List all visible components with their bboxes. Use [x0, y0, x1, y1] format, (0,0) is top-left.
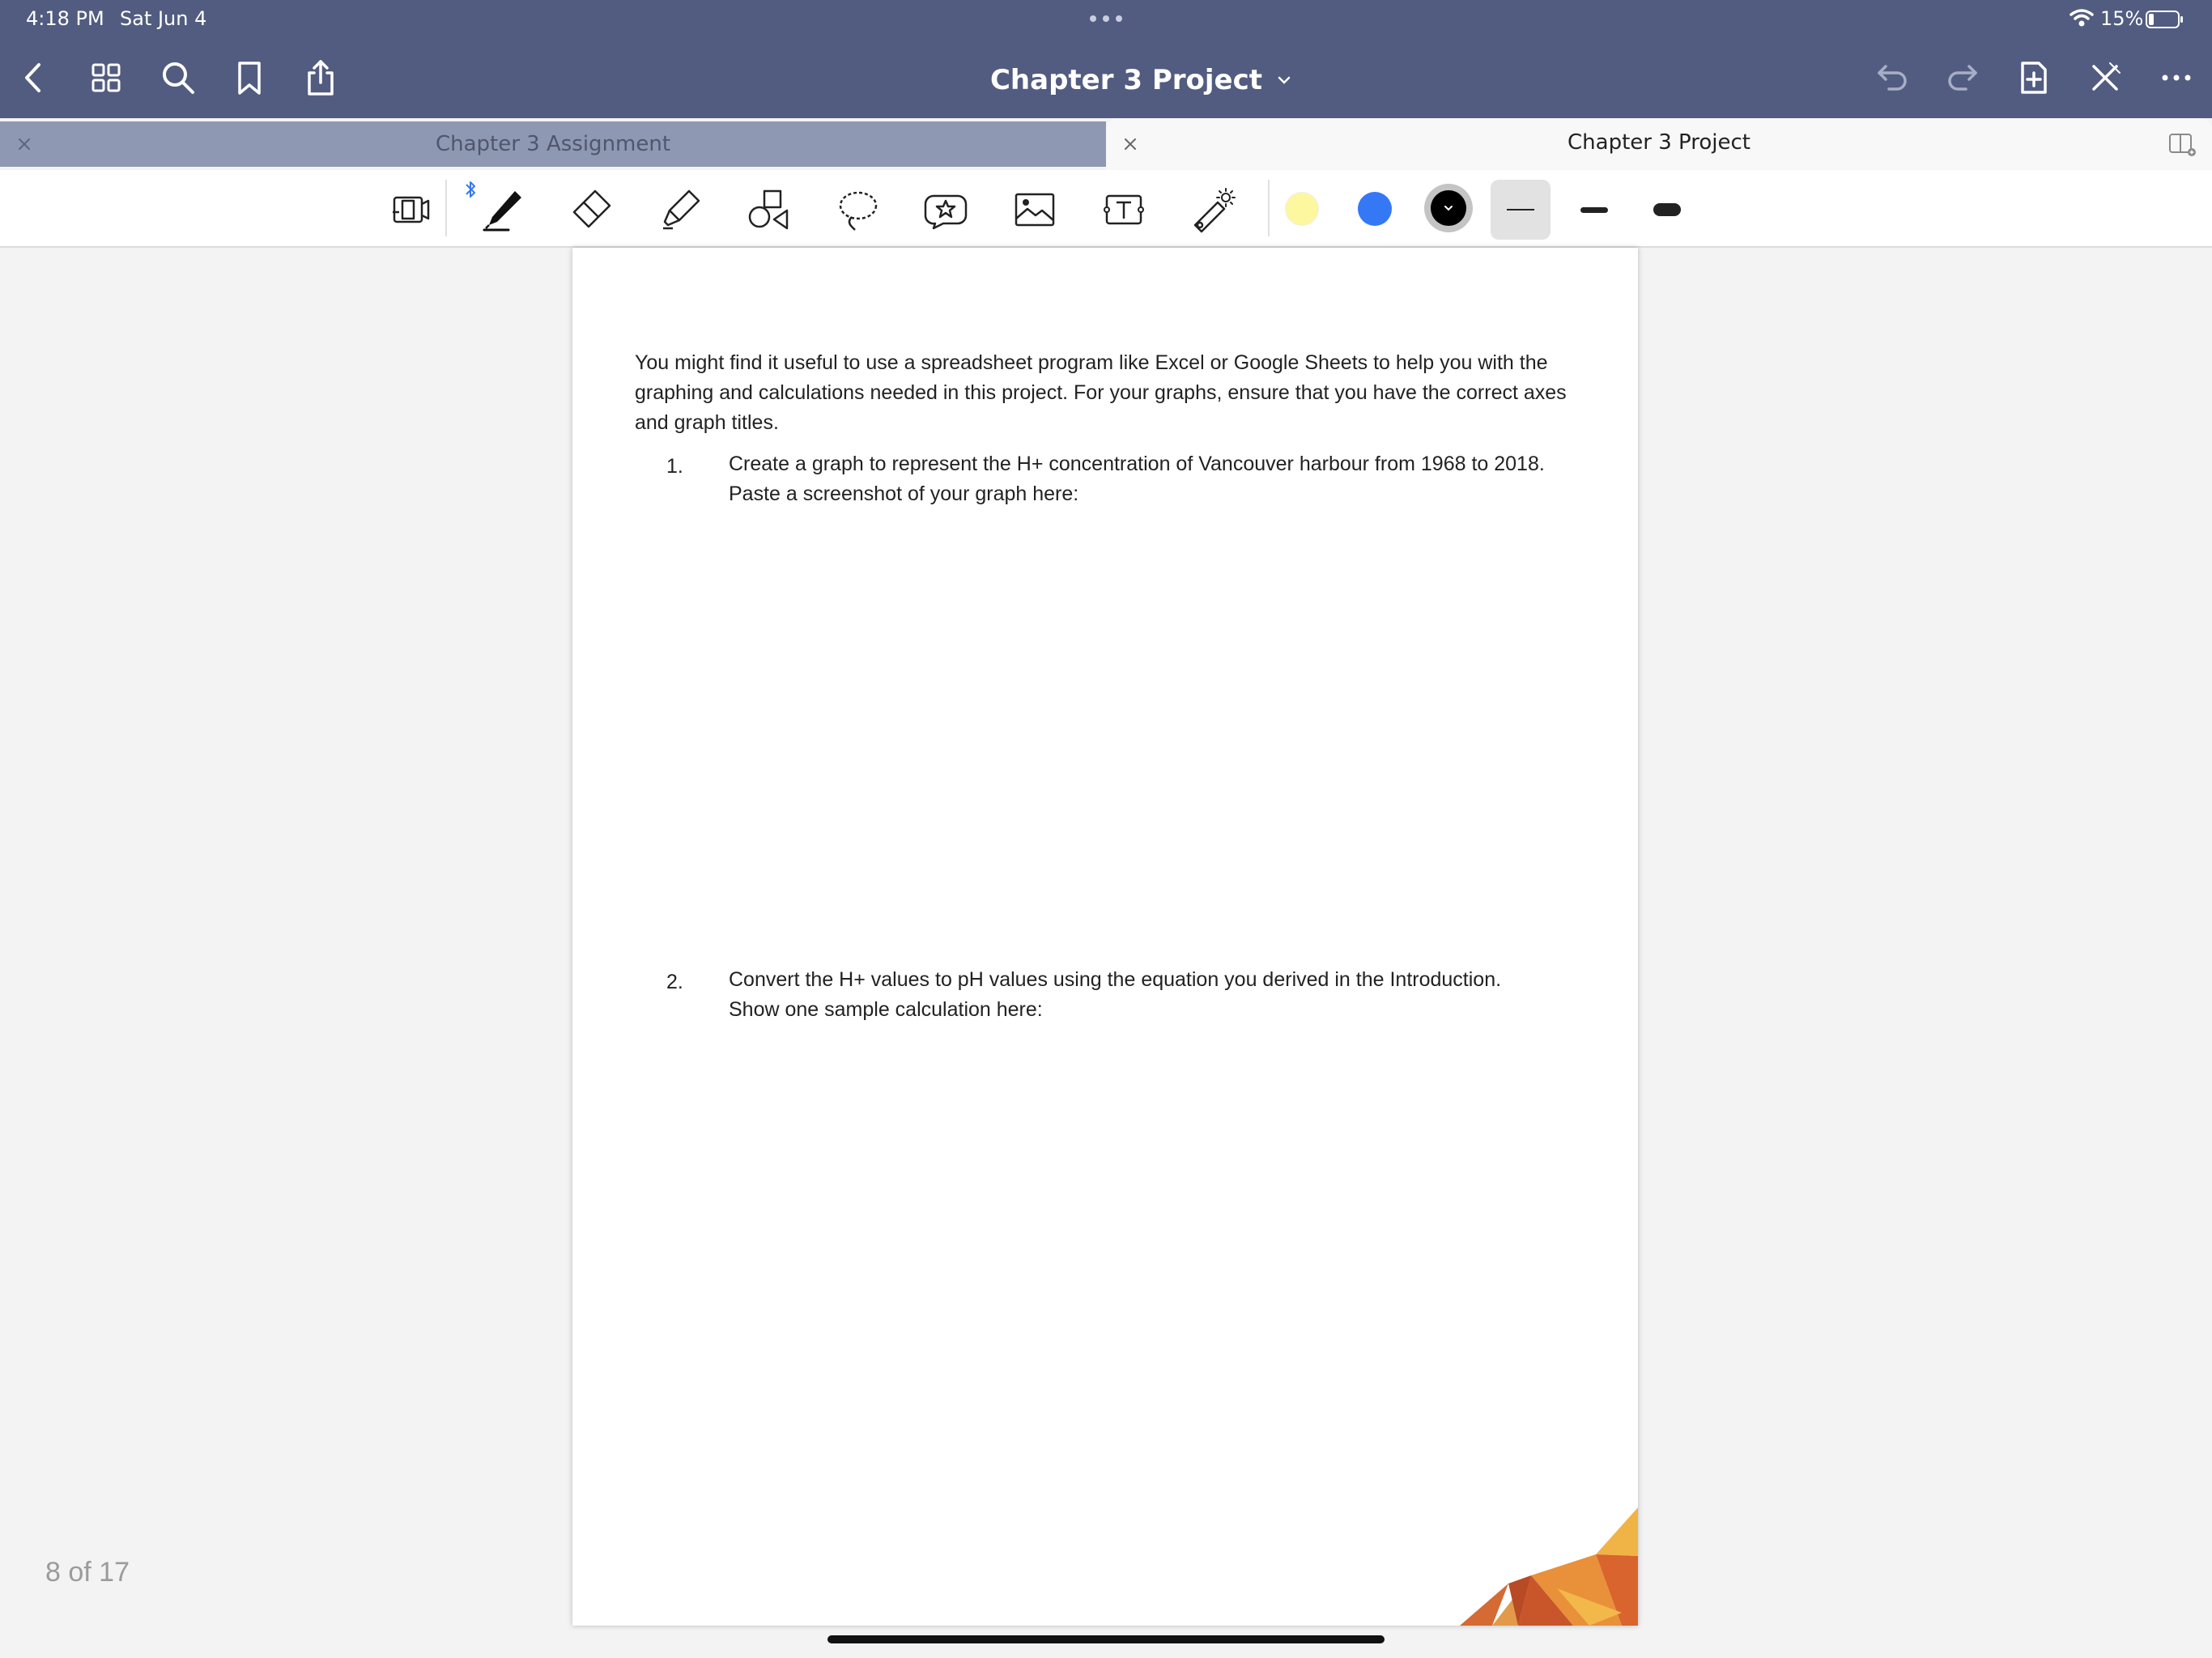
decorative-corner-graphic	[1460, 1507, 1638, 1626]
document-title: Chapter 3 Project	[989, 64, 1262, 96]
chevron-down-icon	[1278, 76, 1291, 84]
battery-percentage: 15%	[2100, 7, 2144, 30]
stroke-width-medium[interactable]	[1564, 180, 1624, 240]
list-item-text: Convert the H+ values to pH values using…	[729, 968, 1502, 991]
home-indicator[interactable]	[827, 1635, 1385, 1643]
more-icon[interactable]	[2154, 55, 2199, 100]
search-icon[interactable]	[155, 55, 201, 100]
bookmark-icon[interactable]	[227, 55, 272, 100]
multitasking-dots-icon[interactable]	[1088, 15, 1124, 23]
undo-icon[interactable]	[1870, 55, 1915, 100]
add-page-icon[interactable]	[2011, 55, 2057, 100]
color-swatch-blue[interactable]	[1358, 192, 1392, 226]
tab-label: Chapter 3 Assignment	[435, 132, 671, 156]
presentation-tool-icon[interactable]	[383, 181, 440, 238]
chevron-down-icon	[1444, 206, 1453, 211]
image-tool-icon[interactable]	[1006, 181, 1063, 238]
thumbnails-grid-icon[interactable]	[83, 55, 129, 100]
document-title-button[interactable]: Chapter 3 Project	[891, 60, 1393, 100]
list-item-text: Paste a screenshot of your graph here:	[729, 483, 1079, 505]
shapes-tool-icon[interactable]	[740, 181, 797, 238]
split-view-icon[interactable]	[2168, 131, 2197, 159]
list-item-number: 2.	[666, 971, 683, 993]
color-swatch-yellow[interactable]	[1285, 192, 1319, 226]
laser-pointer-tool-icon[interactable]	[1184, 181, 1240, 238]
navigation-bar: Chapter 3 Project	[0, 37, 2212, 118]
close-pen-mode-icon[interactable]	[2082, 55, 2128, 100]
list-item-text: Show one sample calculation here:	[729, 998, 1043, 1021]
color-swatch-black-selected[interactable]	[1424, 184, 1473, 232]
list-item-2: Convert the H+ values to pH values using…	[729, 965, 1619, 1025]
list-item-text: Create a graph to represent the H+ conce…	[729, 453, 1545, 475]
wifi-icon	[2069, 9, 2094, 27]
pen-tool-icon[interactable]	[474, 181, 531, 238]
lasso-tool-icon[interactable]	[829, 181, 886, 238]
tab-chapter-3-project[interactable]: Chapter 3 Project	[1106, 118, 2212, 170]
document-page[interactable]: You might find it useful to use a spread…	[572, 248, 1638, 1626]
page-indicator: 8 of 17	[45, 1557, 130, 1588]
status-bar: 4:18 PM Sat Jun 4 15%	[0, 0, 2212, 37]
annotation-toolbar	[0, 170, 2212, 248]
back-icon[interactable]	[11, 55, 57, 100]
app-header: 4:18 PM Sat Jun 4 15% Chapter 3 Project	[0, 0, 2212, 118]
highlighter-tool-icon[interactable]	[652, 181, 708, 238]
status-date: Sat Jun 4	[120, 7, 207, 30]
eraser-tool-icon[interactable]	[563, 181, 619, 238]
intro-paragraph: You might find it useful to use a spread…	[635, 351, 1567, 434]
text-tool-icon[interactable]	[1095, 181, 1152, 238]
status-time: 4:18 PM	[26, 7, 104, 30]
tab-chapter-3-assignment[interactable]: Chapter 3 Assignment	[0, 121, 1106, 167]
redo-icon[interactable]	[1940, 55, 1985, 100]
share-icon[interactable]	[298, 55, 343, 100]
sticker-tool-icon[interactable]	[917, 181, 974, 238]
stroke-width-thick[interactable]	[1637, 180, 1697, 240]
list-item-1: Create a graph to represent the H+ conce…	[729, 449, 1619, 509]
battery-icon	[2146, 11, 2183, 28]
list-item-number: 1.	[666, 455, 683, 478]
stroke-width-thin[interactable]	[1491, 180, 1551, 240]
tab-bar: Chapter 3 Assignment Chapter 3 Project	[0, 118, 2212, 170]
tab-label: Chapter 3 Project	[1568, 130, 1750, 155]
